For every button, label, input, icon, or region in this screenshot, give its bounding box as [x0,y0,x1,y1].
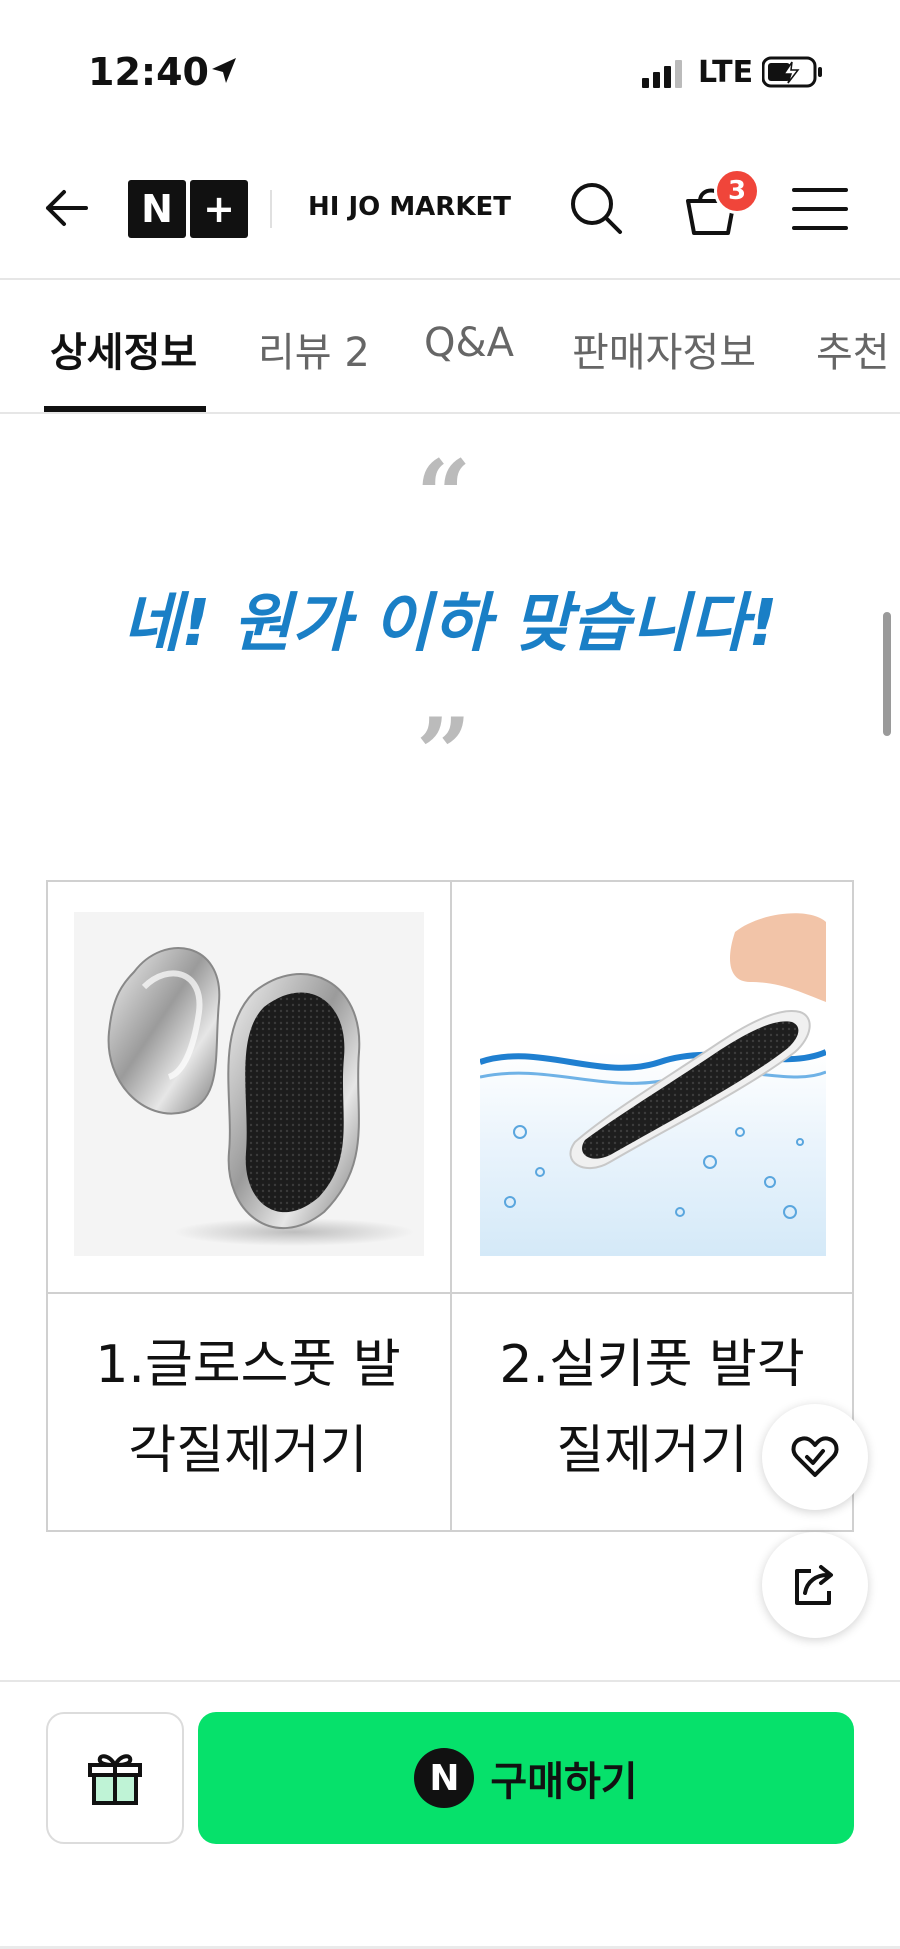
location-arrow-icon [212,58,236,83]
network-type: LTE [698,55,754,90]
logo-plus: + [190,180,248,238]
logo-n: N [128,180,186,238]
table-divider-horizontal [48,1292,852,1294]
heart-check-icon [791,1436,839,1477]
promo-headline: 네! 원가 이하 맞습니다! [122,587,778,661]
product-caption-1-line2: 각질제거기 [128,1421,368,1481]
status-time: 12:40 [88,50,209,94]
buy-button-label: 구매하기 [490,1759,638,1805]
search-icon[interactable] [566,178,626,238]
status-bar: 12:40 LTE [0,0,900,150]
scrollbar[interactable] [883,612,891,736]
product-caption-1: 1.글로스풋 발 각질제거기 [48,1322,448,1494]
product-image-glossfoot [74,912,424,1256]
naver-n-icon: N [414,1748,475,1808]
open-quote-mark: “ [416,439,472,552]
gift-button[interactable] [46,1712,184,1844]
cart-count-badge: 3 [714,168,760,214]
gift-icon [88,1754,142,1805]
product-table: 1.글로스풋 발 각질제거기 2.실키풋 발각 질제거기 [46,880,854,1532]
signal-icon [642,60,682,88]
share-button[interactable] [762,1532,868,1638]
tab-recommend[interactable]: 추천 [816,320,890,378]
share-icon [795,1565,833,1605]
tab-seller-info[interactable]: 판매자정보 [572,320,756,378]
close-quote-mark: ” [416,697,472,810]
naver-plus-logo[interactable]: N + [128,180,248,238]
tab-details[interactable]: 상세정보 [50,320,197,378]
header-divider [270,190,272,228]
tab-qna[interactable]: Q&A [424,320,514,366]
active-tab-indicator [44,406,206,412]
buy-button[interactable]: N 구매하기 [198,1712,854,1844]
tab-reviews[interactable]: 리뷰 2 [258,320,370,378]
product-caption-2-line1: 2.실키풋 발각 [499,1335,805,1395]
product-image-silkyfoot [480,912,826,1256]
battery-icon [762,56,822,88]
store-name[interactable]: HI JO MARKET [308,192,511,222]
like-button[interactable] [762,1404,868,1510]
product-caption-1-line1: 1.글로스풋 발 [95,1335,401,1395]
hamburger-menu-icon[interactable] [790,182,850,236]
back-arrow-icon[interactable] [38,180,94,236]
